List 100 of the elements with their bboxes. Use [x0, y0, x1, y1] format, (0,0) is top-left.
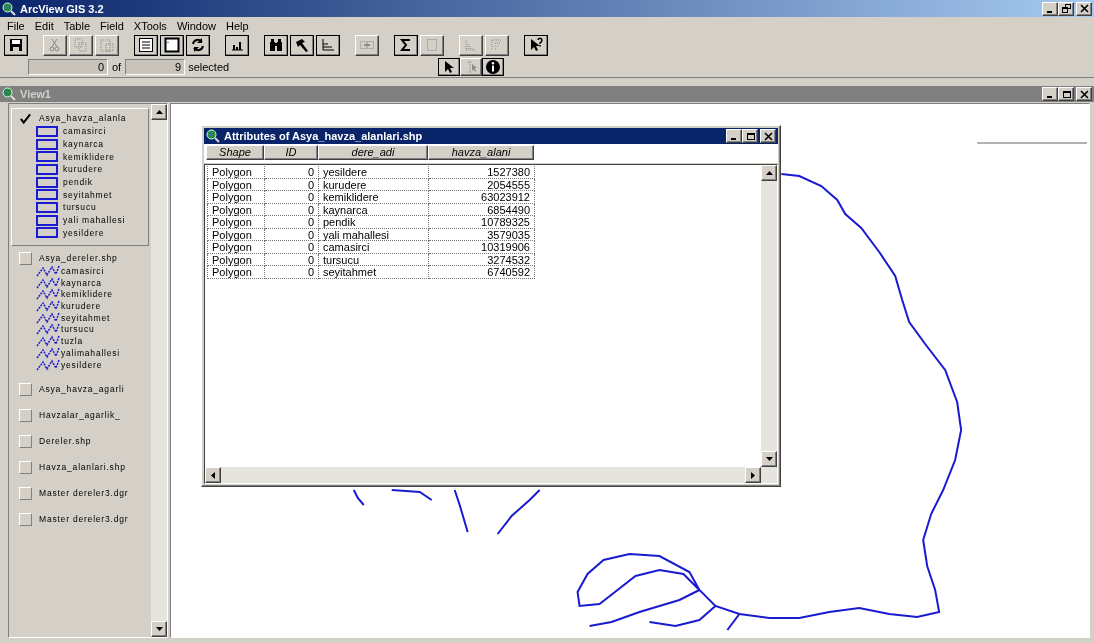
layer-name[interactable]: Master dereler3.dgr	[39, 488, 129, 499]
globe-magnifier-icon	[2, 87, 16, 101]
menu-item[interactable]: File	[2, 19, 30, 32]
restore-button[interactable]	[1058, 1, 1074, 16]
table-cell: 1527380	[429, 166, 535, 179]
layer-name[interactable]: Havza_alanlari.shp	[39, 462, 126, 473]
axis-button[interactable]	[316, 34, 340, 56]
layer-name[interactable]: Asya_havza_agarli	[39, 384, 125, 395]
window-title: View1	[20, 88, 52, 100]
chart-button[interactable]	[225, 34, 249, 56]
table-cell: 10789325	[429, 216, 535, 229]
maximize-icon	[745, 131, 755, 141]
checkbox[interactable]	[19, 251, 32, 265]
minimize-icon	[1046, 10, 1052, 13]
up-arrow-icon	[155, 110, 163, 114]
globe-magnifier-icon	[206, 129, 220, 143]
refresh-button[interactable]	[186, 34, 210, 56]
menu-item[interactable]: Help	[221, 19, 254, 32]
window-title: Attributes of Asya_havza_alanlari.shp	[224, 130, 424, 142]
polygon-symbol-icon	[36, 151, 58, 163]
identify-button[interactable]	[482, 57, 505, 76]
class-label: tursucu	[63, 202, 97, 213]
scroll-up-button[interactable]	[761, 165, 777, 181]
scroll-down-button[interactable]	[761, 451, 777, 467]
table-cell: Polygon	[207, 266, 265, 279]
class-label: seyitahmet	[61, 312, 111, 323]
table-icon	[424, 37, 440, 53]
class-label: kemiklidere	[61, 289, 113, 300]
checkbox[interactable]	[19, 460, 32, 474]
table-cell: camasirci	[319, 241, 429, 254]
layer-name[interactable]: Asya_havza_alanla	[39, 113, 127, 123]
checkbox[interactable]	[19, 512, 32, 526]
query-button[interactable]	[290, 34, 314, 56]
checkbox[interactable]	[19, 486, 32, 500]
column-header[interactable]: ID	[264, 145, 318, 160]
help-button[interactable]	[524, 34, 548, 56]
scroll-down-button[interactable]	[151, 621, 167, 637]
table-cell: Polygon	[207, 166, 265, 179]
scroll-right-button[interactable]	[745, 467, 761, 483]
polygon-symbol-icon	[36, 227, 58, 239]
copy-icon	[73, 37, 89, 53]
horizontal-scrollbar[interactable]	[205, 467, 777, 483]
layer-name[interactable]: Asya_dereler.shp	[39, 253, 118, 264]
restore-icon	[1061, 4, 1071, 13]
minimize-icon	[730, 138, 736, 140]
checkbox[interactable]	[19, 111, 32, 125]
help-icon	[528, 37, 544, 53]
scrollbar[interactable]	[151, 104, 167, 637]
minimize-button[interactable]	[1042, 87, 1058, 101]
scroll-left-button[interactable]	[205, 467, 221, 483]
checkbox[interactable]	[19, 382, 32, 396]
line-symbol-icon	[36, 300, 60, 313]
find-button[interactable]	[264, 34, 288, 56]
line-symbol-icon	[36, 323, 60, 336]
menu-item[interactable]: Table	[58, 19, 95, 32]
table-cell: 0	[265, 216, 319, 229]
layer-name[interactable]: Master dereler3.dgr	[39, 514, 129, 525]
line-symbol-icon	[36, 335, 60, 348]
scissors-icon	[47, 37, 63, 53]
polygon-symbol-icon	[36, 176, 58, 188]
minimize-button[interactable]	[1042, 1, 1058, 16]
menu-item[interactable]: Window	[171, 19, 221, 32]
sum-button[interactable]	[394, 34, 418, 56]
close-button[interactable]	[760, 129, 776, 143]
class-label: pendik	[63, 177, 93, 188]
class-label: tuzla	[61, 336, 83, 347]
window-icon	[164, 37, 180, 53]
class-label: yesildere	[63, 227, 105, 238]
maximize-button[interactable]	[1058, 87, 1074, 101]
layer-name[interactable]: Havzalar_agarlik_	[39, 410, 121, 421]
polygon-symbol-icon	[36, 163, 58, 175]
polygon-symbol-icon	[36, 201, 58, 213]
close-button[interactable]	[1076, 1, 1092, 16]
layer-name[interactable]: Dereler.shp	[39, 436, 92, 447]
menu-item[interactable]: Field	[95, 19, 129, 32]
menu-item[interactable]: XTools	[128, 19, 172, 32]
class-label: kaynarca	[63, 139, 104, 150]
line-symbol-icon	[36, 311, 60, 324]
minimize-button[interactable]	[726, 129, 742, 143]
scroll-up-button[interactable]	[151, 104, 167, 120]
maximize-button[interactable]	[742, 129, 758, 143]
table-cell: Polygon	[207, 241, 265, 254]
menu-item[interactable]: Edit	[29, 19, 59, 32]
checkbox[interactable]	[19, 434, 32, 448]
column-header[interactable]: Shape	[206, 145, 264, 160]
table-cell: 0	[265, 191, 319, 204]
list-button[interactable]	[134, 34, 158, 56]
window-button[interactable]	[160, 34, 184, 56]
table-cell: tursucu	[319, 253, 429, 266]
column-header[interactable]: havza_alani	[428, 145, 534, 160]
checkbox[interactable]	[19, 408, 32, 422]
table-cell: 0	[265, 253, 319, 266]
save-button[interactable]	[4, 34, 28, 56]
pointer-button[interactable]	[438, 57, 461, 76]
close-button[interactable]	[1076, 87, 1092, 101]
table-cell: Polygon	[207, 253, 265, 266]
column-header[interactable]: dere_adi	[318, 145, 428, 160]
close-icon	[1079, 89, 1089, 99]
vertical-scrollbar[interactable]	[761, 165, 777, 467]
table-cell: 0	[265, 266, 319, 279]
